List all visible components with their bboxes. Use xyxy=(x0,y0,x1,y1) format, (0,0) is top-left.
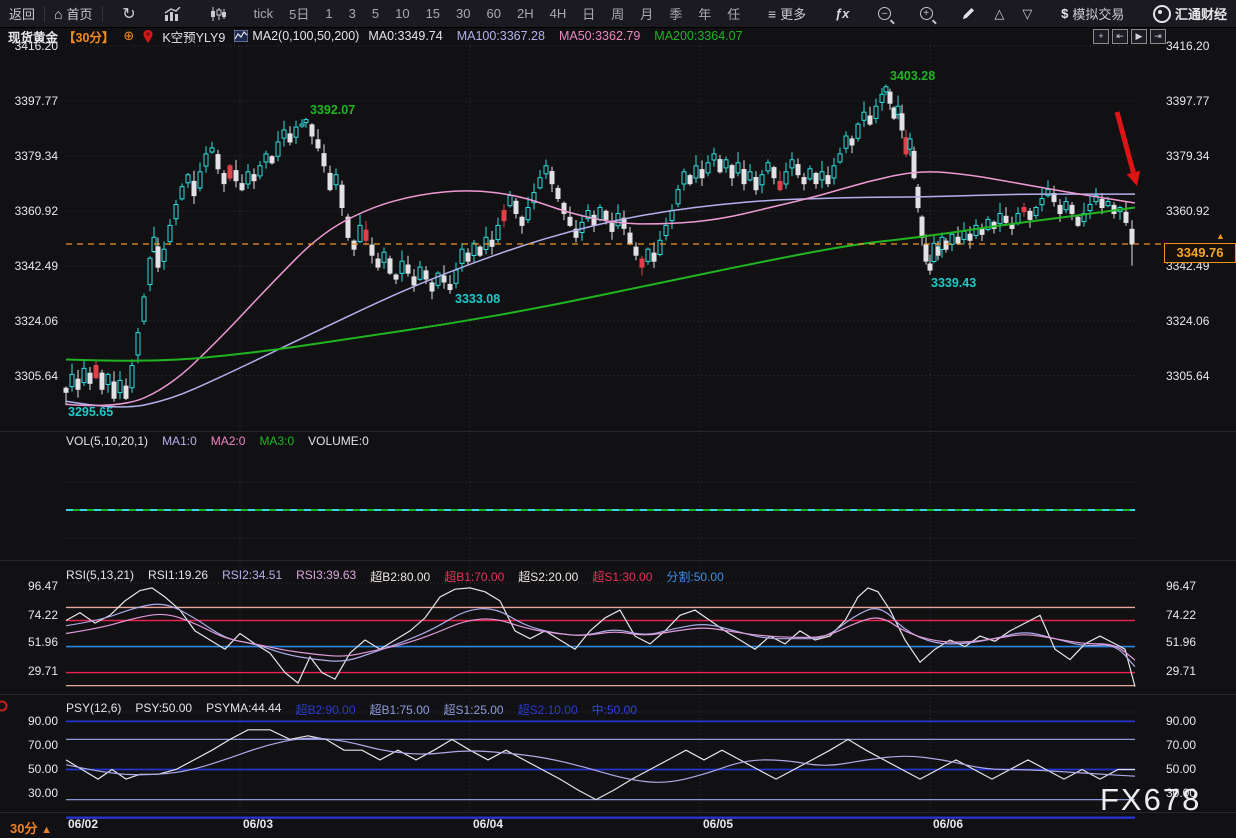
psy-axis-label-right: 50.00 xyxy=(1166,762,1196,776)
price-axis-label-left: 3416.20 xyxy=(2,39,58,53)
rsi-axis-label-left: 29.71 xyxy=(2,664,58,678)
date-axis-label: 06/02 xyxy=(68,817,98,831)
rsi-axis-label-right: 29.71 xyxy=(1166,664,1196,678)
rsi-panel-header-item-1: RSI1:19.26 xyxy=(148,568,208,585)
price-annotation: 3392.07 xyxy=(310,103,355,117)
trading-app: 返回 ⌂ 首页 ↻ tick5日135101530602H4H日周月季年任 xyxy=(0,0,1236,838)
vol-panel-header-item-3: MA3:0 xyxy=(259,434,294,448)
price-axis-label-right: 3397.77 xyxy=(1166,94,1209,108)
rsi-axis-label-right: 74.22 xyxy=(1166,608,1196,622)
vol-panel-header-item-4: VOLUME:0 xyxy=(308,434,369,448)
price-axis-label-right: 3305.64 xyxy=(1166,369,1209,383)
rsi-axis-label-left: 51.96 xyxy=(2,635,58,649)
vol-panel-header-item-0: VOL(5,10,20,1) xyxy=(66,434,148,448)
psy-panel-header-item-2: PSYMA:44.44 xyxy=(206,701,281,718)
psy-panel-header-item-5: 超S1:25.00 xyxy=(444,701,504,718)
vol-panel-header-item-1: MA1:0 xyxy=(162,434,197,448)
price-axis-label-right: 3324.06 xyxy=(1166,314,1209,328)
price-axis-label-left: 3379.34 xyxy=(2,149,58,163)
date-axis-label: 06/05 xyxy=(703,817,733,831)
price-axis-label-right: 3416.20 xyxy=(1166,39,1209,53)
psy-panel-header-item-0: PSY(12,6) xyxy=(66,701,121,718)
rsi-panel-header-item-7: 超S1:30.00 xyxy=(592,568,652,585)
price-axis-label-left: 3305.64 xyxy=(2,369,58,383)
price-annotation: 3333.08 xyxy=(455,292,500,306)
date-axis-label: 06/06 xyxy=(933,817,963,831)
price-axis-label-right: 3360.92 xyxy=(1166,204,1209,218)
rsi-panel-header-item-2: RSI2:34.51 xyxy=(222,568,282,585)
price-axis-label-right: 3379.34 xyxy=(1166,149,1209,163)
price-marker-icon: ▲ xyxy=(1216,231,1225,241)
vol-panel-header: VOL(5,10,20,1) MA1:0 MA2:0 MA3:0 VOLUME:0 xyxy=(66,434,369,448)
rsi-axis-label-left: 74.22 xyxy=(2,608,58,622)
psy-axis-label-left: 70.00 xyxy=(2,738,58,752)
vol-panel-header-item-2: MA2:0 xyxy=(211,434,246,448)
psy-panel-header-item-1: PSY:50.00 xyxy=(135,701,192,718)
rsi-panel-header: RSI(5,13,21) RSI1:19.26 RSI2:34.51 RSI3:39.… xyxy=(66,568,724,585)
rsi-panel-header-item-4: 超B2:80.00 xyxy=(370,568,430,585)
price-axis-label-left: 3360.92 xyxy=(2,204,58,218)
last-price-tag: 3349.76 xyxy=(1164,243,1236,263)
psy-panel-header-item-4: 超B1:75.00 xyxy=(370,701,430,718)
period-badge-label: 30分 xyxy=(10,821,37,836)
rsi-panel-header-item-3: RSI3:39.63 xyxy=(296,568,356,585)
price-axis-label-left: 3324.06 xyxy=(2,314,58,328)
price-axis-label-left: 3342.49 xyxy=(2,259,58,273)
price-axis-label-left: 3397.77 xyxy=(2,94,58,108)
rsi-axis-label-right: 51.96 xyxy=(1166,635,1196,649)
date-axis-label: 06/03 xyxy=(243,817,273,831)
price-annotation: 3295.65 xyxy=(68,405,113,419)
psy-panel-header-item-7: 中:50.00 xyxy=(592,701,637,718)
rsi-panel-header-item-8: 分割:50.00 xyxy=(666,568,723,585)
period-badge[interactable]: 30分 ▲ xyxy=(10,818,52,837)
rsi-panel-header-item-0: RSI(5,13,21) xyxy=(66,568,134,585)
caret-up-icon: ▲ xyxy=(41,824,52,836)
psy-panel-header: PSY(12,6) PSY:50.00 PSYMA:44.44 超B2:90.00 超B… xyxy=(66,701,637,718)
watermark: FX678 xyxy=(1100,782,1201,818)
rsi-axis-label-right: 96.47 xyxy=(1166,579,1196,593)
rsi-panel-header-item-5: 超B1:70.00 xyxy=(444,568,504,585)
price-annotation: 3403.28 xyxy=(890,69,935,83)
psy-axis-label-right: 90.00 xyxy=(1166,714,1196,728)
psy-axis-label-left: 50.00 xyxy=(2,762,58,776)
psy-panel-header-item-6: 超S2:10.00 xyxy=(518,701,578,718)
psy-axis-label-left: 30.00 xyxy=(2,786,58,800)
price-annotation: 3339.43 xyxy=(931,276,976,290)
rsi-panel-header-item-6: 超S2:20.00 xyxy=(518,568,578,585)
psy-panel-header-item-3: 超B2:90.00 xyxy=(295,701,355,718)
rsi-axis-label-left: 96.47 xyxy=(2,579,58,593)
psy-axis-label-left: 90.00 xyxy=(2,714,58,728)
date-axis-label: 06/04 xyxy=(473,817,503,831)
psy-axis-label-right: 70.00 xyxy=(1166,738,1196,752)
